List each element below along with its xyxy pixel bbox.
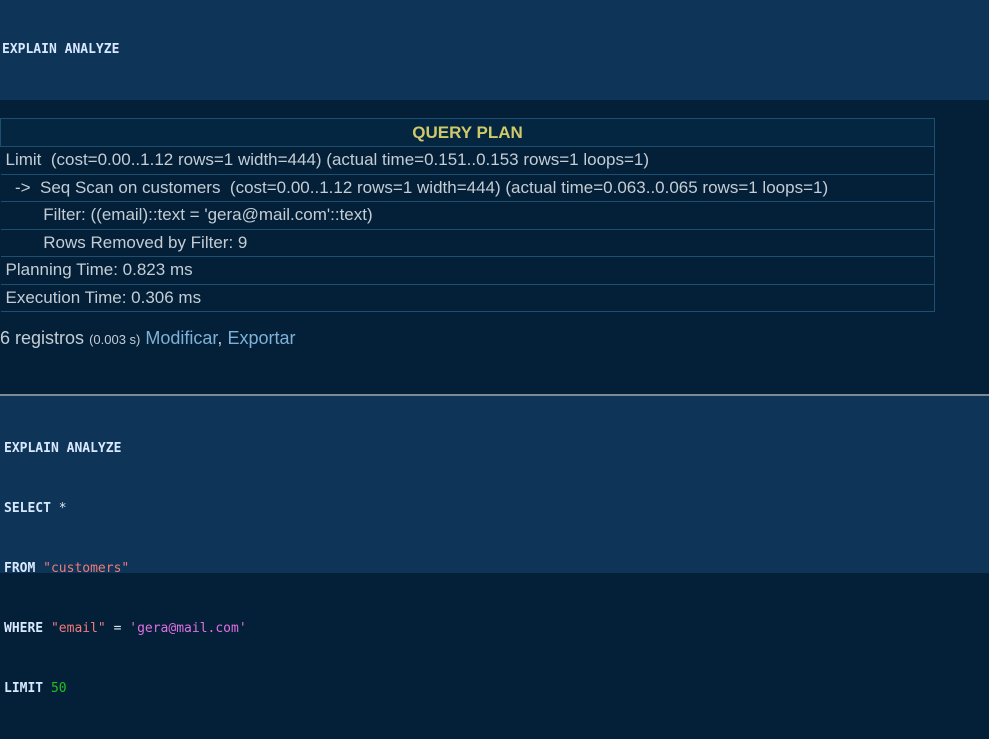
sql-line-1: EXPLAIN ANALYZE: [4, 439, 989, 459]
table-row: Planning Time: 0.823 ms: [0, 256, 935, 285]
sql-identifier: "email": [50, 621, 106, 636]
table-cell: Rows Removed by Filter: 9: [0, 228, 935, 257]
sql-keyword: LIMIT: [4, 681, 44, 696]
table-cell: Planning Time: 0.823 ms: [0, 256, 935, 285]
sql-editor-bottom[interactable]: EXPLAIN ANALYZE SELECT * FROM "customers…: [0, 396, 989, 696]
table-cell: -> Seq Scan on customers (cost=0.00..1.1…: [0, 173, 935, 202]
table-row: Rows Removed by Filter: 9: [0, 228, 935, 257]
result-area: QUERY PLAN Limit (cost=0.00..1.12 rows=1…: [0, 100, 989, 394]
sql-code-bottom[interactable]: EXPLAIN ANALYZE SELECT * FROM "customers…: [4, 399, 989, 739]
table-row: Filter: ((email)::text = 'gera@mail.com'…: [0, 201, 935, 230]
sql-identifier: "customers": [43, 561, 130, 576]
query-time: (0.003 s): [89, 332, 141, 347]
column-header-query-plan[interactable]: QUERY PLAN: [0, 118, 935, 147]
sql-string: 'gera@mail.com': [129, 621, 247, 636]
sql-editor-top[interactable]: EXPLAIN ANALYZE SELECT * FROM "customers…: [0, 0, 989, 297]
sql-keyword: FROM: [4, 561, 36, 576]
sql-keyword: SELECT: [4, 501, 51, 516]
sql-keyword: EXPLAIN ANALYZE: [2, 42, 120, 57]
table-header-row: QUERY PLAN: [0, 118, 935, 147]
table-cell: Filter: ((email)::text = 'gera@mail.com'…: [0, 201, 935, 230]
export-link[interactable]: Exportar: [227, 328, 295, 348]
modify-link[interactable]: Modificar: [145, 328, 217, 348]
sql-line-2: SELECT *: [4, 499, 989, 519]
sql-line-5: LIMIT 50: [4, 679, 989, 699]
table-cell: Execution Time: 0.306 ms: [0, 283, 935, 312]
query-plan-table: QUERY PLAN Limit (cost=0.00..1.12 rows=1…: [0, 118, 935, 312]
table-row: Execution Time: 0.306 ms: [0, 283, 935, 312]
sql-keyword: WHERE: [4, 621, 44, 636]
sql-number: 50: [50, 681, 67, 696]
sql-text: *: [50, 501, 67, 516]
row-count: 6 registros: [0, 328, 85, 348]
sql-line-4: WHERE "email" = 'gera@mail.com': [4, 619, 989, 639]
sql-line-1: EXPLAIN ANALYZE: [2, 40, 989, 60]
table-row: -> Seq Scan on customers (cost=0.00..1.1…: [0, 173, 935, 202]
sql-keyword: EXPLAIN ANALYZE: [4, 441, 122, 456]
table-cell: Limit (cost=0.00..1.12 rows=1 width=444)…: [0, 146, 935, 175]
sql-operator: =: [105, 621, 130, 636]
sql-line-3: FROM "customers": [4, 559, 989, 579]
link-separator: ,: [217, 328, 223, 348]
table-row: Limit (cost=0.00..1.12 rows=1 width=444)…: [0, 146, 935, 175]
result-summary: 6 registros (0.003 s) Modificar, Exporta…: [0, 328, 295, 349]
